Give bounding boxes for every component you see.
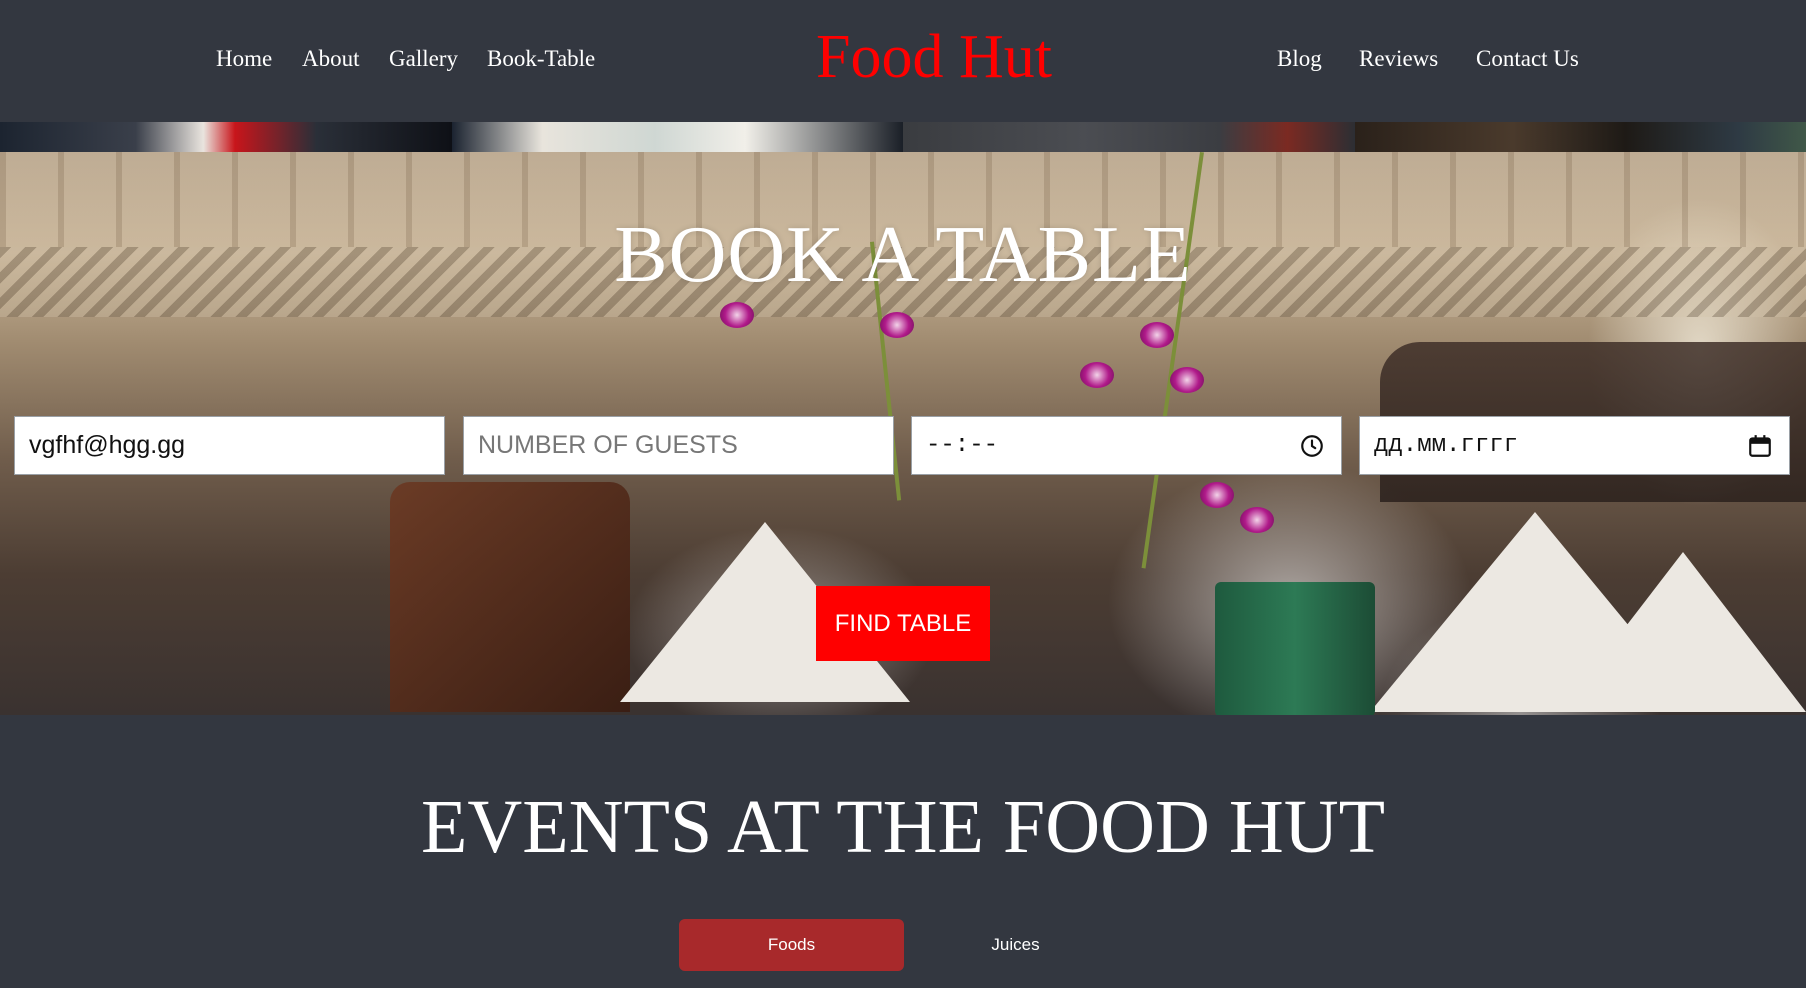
hero-background-chair (390, 482, 630, 712)
top-navbar: Home About Gallery Book-Table Food Hut B… (0, 0, 1806, 122)
nav-link-blog[interactable]: Blog (1277, 44, 1322, 74)
hero-background-flower (880, 312, 914, 338)
email-field[interactable] (14, 416, 445, 475)
brand-logo[interactable]: Food Hut (816, 22, 1052, 92)
food-image (451, 122, 903, 152)
date-value: дд.мм.гггг (1374, 432, 1519, 459)
tab-juices[interactable]: Juices (903, 919, 1128, 971)
email-input[interactable] (29, 431, 444, 460)
nav-link-contact-us[interactable]: Contact Us (1476, 44, 1579, 74)
tab-foods[interactable]: Foods (679, 919, 904, 971)
hero-background-flower (720, 302, 754, 328)
nav-link-home[interactable]: Home (216, 44, 272, 74)
book-table-heading: BOOK A TABLE (614, 211, 1192, 299)
hero-background-flower (1080, 362, 1114, 388)
nav-link-about[interactable]: About (302, 44, 360, 74)
gallery-image-strip (0, 122, 1806, 152)
food-image (0, 122, 452, 152)
time-field[interactable]: --:-- (911, 416, 1342, 475)
guests-input[interactable] (478, 431, 893, 460)
nav-link-gallery[interactable]: Gallery (389, 44, 458, 74)
nav-link-book-table[interactable]: Book-Table (487, 44, 595, 74)
hero-background-vase (1215, 582, 1375, 715)
find-table-button[interactable]: FIND TABLE (816, 586, 990, 661)
hero-background-flower (1200, 482, 1234, 508)
calendar-icon[interactable] (1747, 433, 1773, 459)
food-image (903, 122, 1355, 152)
time-value: --:-- (926, 432, 999, 459)
guests-field[interactable] (463, 416, 894, 475)
nav-link-reviews[interactable]: Reviews (1359, 44, 1438, 74)
hero-background-flower (1140, 322, 1174, 348)
food-image (1354, 122, 1806, 152)
date-field[interactable]: дд.мм.гггг (1359, 416, 1790, 475)
clock-icon[interactable] (1299, 433, 1325, 459)
events-heading: EVENTS AT THE FOOD HUT (420, 785, 1386, 869)
hero-background-flower (1170, 367, 1204, 393)
hero-background-flower (1240, 507, 1274, 533)
